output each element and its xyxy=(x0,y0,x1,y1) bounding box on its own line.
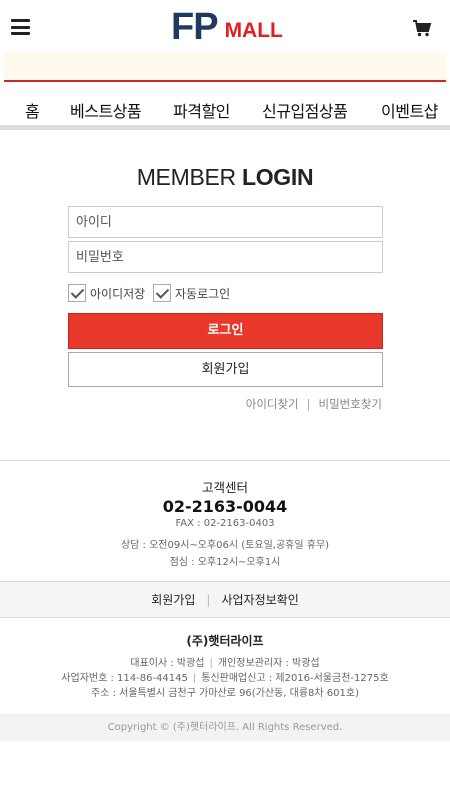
nav-item-event[interactable]: 이벤트샵 xyxy=(381,98,438,122)
site-logo[interactable]: FP MALL xyxy=(171,3,283,47)
info-separator: | xyxy=(192,673,197,684)
join-button[interactable]: 회원가입 xyxy=(68,352,383,387)
login-title: MEMBER LOGIN xyxy=(0,164,450,191)
logo-fp-text: FP xyxy=(171,6,219,48)
customer-center-lunch: 점심 : 오후12시~오후1시 xyxy=(169,557,281,568)
customer-center-hours: 상담 : 오전09시~오후06시 (토요일,공휴일 휴무) xyxy=(120,540,330,551)
login-button[interactable]: 로그인 xyxy=(68,313,383,349)
header: FP MALL xyxy=(0,0,450,52)
company-representatives: 대표이사 : 박광섭 | 개인정보관리자 : 박광섭 xyxy=(0,654,450,669)
company-privacy-officer: 개인정보관리자 : 박광섭 xyxy=(217,658,320,669)
password-input[interactable] xyxy=(68,241,383,273)
find-links-separator: | xyxy=(306,397,311,411)
company-address: 주소 : 서울특별시 금천구 가마산로 96(가산동, 대륭8차 601호) xyxy=(91,688,359,699)
find-account-links: 아이디찾기 | 비밀번호찾기 xyxy=(246,396,382,412)
check-icon xyxy=(153,284,171,302)
login-title-bold: LOGIN xyxy=(241,164,314,190)
auto-login-checkbox[interactable]: 자동로그인 xyxy=(153,283,230,303)
find-password-link[interactable]: 비밀번호찾기 xyxy=(319,397,382,411)
nav-item-new[interactable]: 신규입점상품 xyxy=(262,98,348,122)
nav-item-discount[interactable]: 파격할인 xyxy=(173,98,230,122)
shopping-cart-icon[interactable] xyxy=(412,18,432,38)
copyright: Copyright © (주)햇터라이프. All Rights Reserve… xyxy=(0,714,450,741)
footer-links-separator: | xyxy=(206,593,211,607)
footer-join-link[interactable]: 회원가입 xyxy=(151,593,195,607)
find-id-link[interactable]: 아이디찾기 xyxy=(246,397,299,411)
customer-center-phone[interactable]: 02-2163-0044 xyxy=(0,497,450,516)
company-business-no: 사업자번호 : 114-86-44145 xyxy=(61,673,188,684)
check-icon xyxy=(68,284,86,302)
main-nav: 홈 베스트상품 파격할인 신규입점상품 이벤트샵 xyxy=(0,90,450,126)
footer-links: 회원가입 | 사업자정보확인 xyxy=(0,581,450,618)
company-ecommerce-no: 통신판매업신고 : 제2016-서울금천-1275호 xyxy=(201,673,389,684)
auto-login-label: 자동로그인 xyxy=(175,286,231,301)
save-id-checkbox[interactable]: 아이디저장 xyxy=(68,283,145,303)
login-title-light: MEMBER xyxy=(136,164,236,190)
customer-center-fax: FAX : 02-2163-0403 xyxy=(175,518,275,529)
notice-banner xyxy=(4,52,446,82)
save-id-label: 아이디저장 xyxy=(90,286,146,301)
logo-mall-text: MALL xyxy=(224,19,283,42)
business-info-link[interactable]: 사업자정보확인 xyxy=(221,593,298,607)
nav-divider xyxy=(0,125,450,130)
company-registration: 사업자번호 : 114-86-44145 | 통신판매업신고 : 제2016-서울금… xyxy=(0,669,450,684)
info-separator: | xyxy=(209,658,213,669)
nav-item-home[interactable]: 홈 xyxy=(25,98,40,122)
footer-divider xyxy=(0,460,450,461)
nav-item-best[interactable]: 베스트상품 xyxy=(70,98,142,122)
company-ceo: 대표이사 : 박광섭 xyxy=(130,658,205,669)
company-name: (주)햇터라이프 xyxy=(186,634,264,648)
hamburger-menu-icon[interactable] xyxy=(11,19,30,35)
id-input[interactable] xyxy=(68,206,383,238)
customer-center-title: 고객센터 xyxy=(201,480,248,495)
